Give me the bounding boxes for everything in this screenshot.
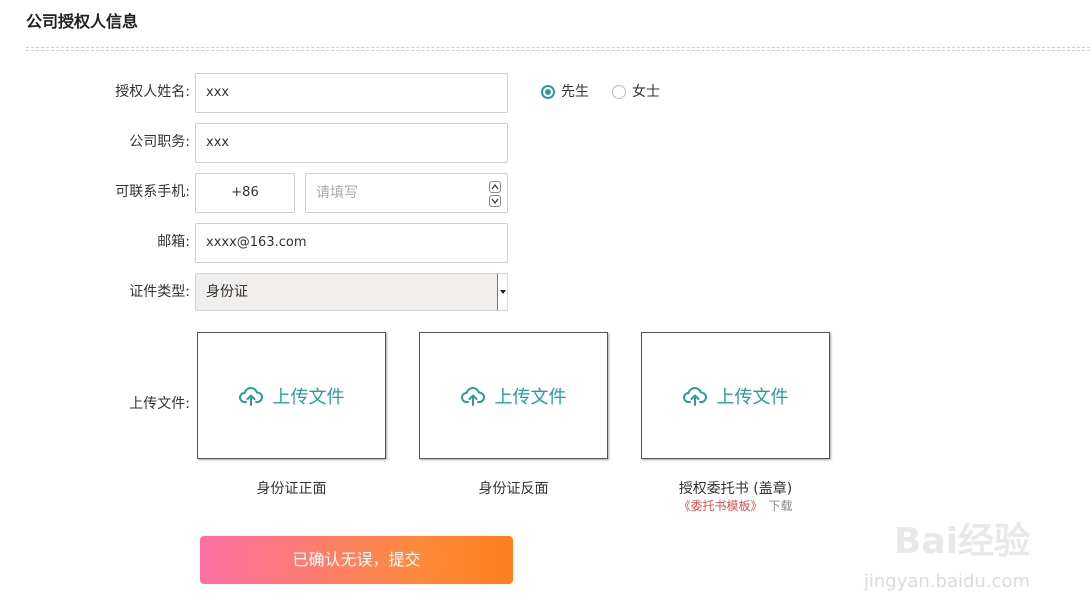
email-label: 邮箱: (157, 234, 190, 250)
upload-caption-id-back: 身份证反面 (478, 481, 549, 497)
id-type-value: 身份证 (206, 284, 248, 300)
radio-male[interactable]: 先生 (541, 82, 589, 102)
radio-female-indicator[interactable] (612, 85, 626, 99)
template-link[interactable]: 《委托书模板》 (678, 499, 762, 513)
phone-input[interactable]: 请填写 (305, 173, 508, 213)
id-type-label: 证件类型: (129, 284, 190, 300)
phone-label: 可联系手机: (115, 184, 190, 200)
name-label: 授权人姓名: (115, 84, 190, 100)
position-input[interactable]: xxx (195, 123, 508, 163)
baidu-watermark-url: jingyan.baidu.com (863, 571, 1030, 592)
section-divider (26, 47, 1090, 51)
baidu-watermark: Bai经验 (893, 521, 1030, 562)
id-type-select[interactable]: 身份证 (195, 273, 508, 311)
upload-id-front[interactable]: 上传文件 (197, 332, 386, 459)
spinner-down-icon[interactable] (489, 195, 501, 207)
radio-male-label: 先生 (561, 84, 589, 100)
radio-female[interactable]: 女士 (612, 82, 660, 102)
radio-female-label: 女士 (632, 84, 660, 100)
template-download-link[interactable]: 下载 (769, 499, 793, 513)
template-line: 《委托书模板》 下载 (641, 497, 830, 514)
upload-button-text: 上传文件 (494, 386, 567, 408)
cloud-upload-icon (238, 386, 263, 406)
upload-id-back[interactable]: 上传文件 (419, 332, 608, 459)
section-title: 公司授权人信息 (26, 12, 139, 31)
position-label: 公司职务: (129, 134, 190, 150)
upload-button-text: 上传文件 (716, 386, 789, 408)
submit-button[interactable]: 已确认无误，提交 (200, 536, 513, 584)
phone-spinner[interactable] (489, 181, 501, 207)
cloud-upload-icon (460, 386, 485, 406)
phone-placeholder: 请填写 (316, 185, 358, 201)
email-input[interactable]: xxxx@163.com (195, 223, 508, 263)
upload-button-text: 上传文件 (272, 386, 345, 408)
dropdown-arrow-icon[interactable] (497, 274, 507, 310)
spinner-up-icon[interactable] (489, 181, 501, 193)
upload-label: 上传文件: (129, 396, 190, 412)
phone-country-code[interactable]: +86 (195, 173, 295, 213)
radio-male-indicator[interactable] (541, 85, 555, 99)
upload-caption-authorization: 授权委托书 (盖章) (678, 481, 793, 497)
upload-authorization-letter[interactable]: 上传文件 (641, 332, 830, 459)
upload-caption-id-front: 身份证正面 (256, 481, 327, 497)
name-input[interactable]: xxx (195, 73, 508, 113)
cloud-upload-icon (682, 386, 707, 406)
